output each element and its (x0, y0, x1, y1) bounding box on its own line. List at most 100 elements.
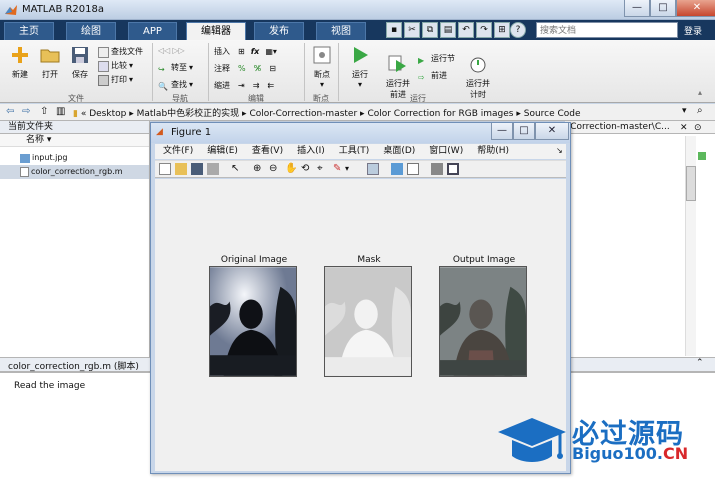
file-group-label: 文件 (68, 94, 84, 103)
quick-cut-icon[interactable]: ✂ (404, 22, 420, 38)
chevron-down-icon: ▾ (189, 63, 194, 72)
insert-legend-icon[interactable] (407, 163, 419, 175)
figure-logo-icon: ◢ (156, 127, 163, 137)
search-input[interactable] (536, 22, 678, 38)
rotate-3d-icon[interactable]: ⟲ (301, 163, 313, 175)
data-cursor-icon[interactable]: ⌖ (317, 163, 329, 175)
show-plot-tools-icon[interactable] (447, 163, 459, 175)
forward-icon[interactable]: ⇨ (22, 106, 30, 117)
insert-colorbar-icon[interactable] (391, 163, 403, 175)
watermark-site-tld: CN (663, 444, 689, 463)
menu-desktop[interactable]: 桌面(D) (383, 144, 415, 159)
run-section-label: 运行节 (431, 54, 455, 63)
zoom-in-icon[interactable]: ⊕ (253, 163, 265, 175)
original-image-title: Original Image (220, 255, 288, 265)
tab-editor[interactable]: 编辑器 (186, 22, 246, 41)
tab-publish[interactable]: 发布 (254, 22, 304, 40)
close-tab-icon[interactable]: ✕ (680, 123, 688, 133)
figure-minimize-button[interactable]: — (491, 123, 513, 140)
open-file-icon[interactable] (175, 163, 187, 175)
nav-arrows[interactable]: ◁◁ ▷▷ (158, 44, 193, 58)
comment-button[interactable]: 注释% %̸ ⊟ (214, 62, 277, 76)
detail-title: color_correction_rgb.m (脚本) (8, 362, 139, 372)
menu-file[interactable]: 文件(F) (163, 144, 193, 159)
zoom-out-icon[interactable]: ⊖ (269, 163, 281, 175)
pan-hand-icon[interactable]: ✋ (285, 163, 297, 175)
print-figure-icon[interactable] (207, 163, 219, 175)
find-files-label: 查找文件 (111, 47, 143, 56)
run-section-button[interactable]: ▶ 运行节 (418, 52, 455, 66)
maximize-button[interactable]: □ (650, 0, 676, 17)
menu-view[interactable]: 查看(V) (252, 144, 283, 159)
editor-tab[interactable]: -Correction-master\C... (565, 121, 715, 134)
login-link[interactable]: 登录 (684, 24, 702, 37)
up-folder-icon[interactable]: ⇧ (40, 106, 48, 117)
editor-actions-icon[interactable]: ⊙ (694, 123, 702, 133)
switch-windows-icon[interactable]: ⊞ (494, 22, 510, 38)
menu-edit[interactable]: 编辑(E) (207, 144, 238, 159)
hide-plot-tools-icon[interactable] (431, 163, 443, 175)
collapse-toolstrip-icon[interactable]: ▴ (698, 88, 702, 97)
redo-icon[interactable]: ↷ (476, 22, 492, 38)
list-item[interactable]: input.jpg (0, 151, 149, 165)
insert-button[interactable]: 插入 ⊞ fx ▦▾ (214, 45, 277, 59)
save-figure-icon[interactable] (191, 163, 203, 175)
indent-button[interactable]: 缩进 ⇥ ⇉ ⇇ (214, 79, 277, 93)
run-button[interactable]: 运行 ▾ (346, 46, 374, 89)
dock-figure-icon[interactable]: ↘ (556, 146, 563, 155)
open-button[interactable]: 打开 (36, 46, 64, 80)
advance-button[interactable]: ⇨ 前进 (418, 69, 455, 83)
name-column-header[interactable]: 名称 ▾ (0, 134, 149, 147)
address-dropdown-icon[interactable]: ▾ (682, 106, 687, 116)
figure-maximize-button[interactable]: □ (513, 123, 535, 140)
breakpoints-button[interactable]: 断点 ▾ (308, 46, 336, 89)
file-name: color_correction_rgb.m (31, 167, 123, 176)
save-button[interactable]: 保存 (66, 46, 94, 80)
tab-plots[interactable]: 绘图 (66, 22, 116, 40)
quick-save-icon[interactable]: ▪ (386, 22, 402, 38)
breadcrumb-rgb-images[interactable]: Color Correction for RGB images (367, 109, 513, 119)
figure-close-button[interactable]: ✕ (535, 123, 569, 140)
insert-label: 插入 (214, 47, 230, 56)
run-and-time-button[interactable]: 运行并 计时 (462, 46, 494, 100)
run-and-advance-button[interactable]: 运行并 前进 (382, 46, 414, 100)
new-button[interactable]: 新建 (6, 46, 34, 80)
menu-tools[interactable]: 工具(T) (339, 144, 370, 159)
breadcrumb-matlab-folder[interactable]: Matlab中色彩校正的实现 (137, 109, 240, 119)
scroll-thumb[interactable] (686, 166, 696, 201)
menu-help[interactable]: 帮助(H) (477, 144, 509, 159)
compare-button[interactable]: 比较 ▾ (98, 59, 143, 73)
breadcrumb-desktop[interactable]: Desktop (89, 109, 126, 119)
minimize-button[interactable]: — (624, 0, 650, 17)
new-figure-icon[interactable] (159, 163, 171, 175)
menu-insert[interactable]: 插入(I) (297, 144, 325, 159)
menu-window[interactable]: 窗口(W) (429, 144, 463, 159)
close-button[interactable]: ✕ (676, 0, 715, 17)
editor-scrollbar[interactable] (685, 136, 696, 356)
tab-home[interactable]: 主页 (4, 22, 54, 40)
find-button[interactable]: 🔍 查找 ▾ (158, 78, 193, 92)
link-plot-icon[interactable] (367, 163, 379, 175)
back-icon[interactable]: ⇦ (6, 106, 14, 117)
tab-apps[interactable]: APP (128, 22, 177, 40)
breadcrumb-color-correction-master[interactable]: Color-Correction-master (249, 109, 357, 119)
quick-copy-icon[interactable]: ⧉ (422, 22, 438, 38)
tab-view[interactable]: 视图 (316, 22, 366, 40)
breadcrumb-source-code[interactable]: Source Code (524, 109, 581, 119)
address-search-icon[interactable]: ⌕ (697, 105, 703, 116)
run-section-icon: ▶ (418, 55, 425, 65)
brush-icon[interactable]: ✎ (333, 163, 345, 175)
edit-plot-icon[interactable]: ↖ (231, 163, 243, 175)
quick-paste-icon[interactable]: ▤ (440, 22, 456, 38)
find-files-button[interactable]: 查找文件 (98, 45, 143, 59)
goto-button[interactable]: ↪ 转至 ▾ (158, 61, 193, 75)
browse-folder-icon[interactable]: ▥ (56, 106, 65, 117)
find-files-icon (98, 46, 109, 58)
detail-toggle-icon[interactable]: ⌃ (696, 358, 704, 368)
print-button[interactable]: 打印 ▾ (98, 73, 143, 87)
help-icon[interactable]: ? (510, 22, 526, 38)
sort-icon: ▾ (46, 135, 52, 145)
brush-dropdown-icon[interactable]: ▾ (345, 163, 357, 175)
list-item-selected[interactable]: color_correction_rgb.m (0, 165, 149, 179)
undo-icon[interactable]: ↶ (458, 22, 474, 38)
